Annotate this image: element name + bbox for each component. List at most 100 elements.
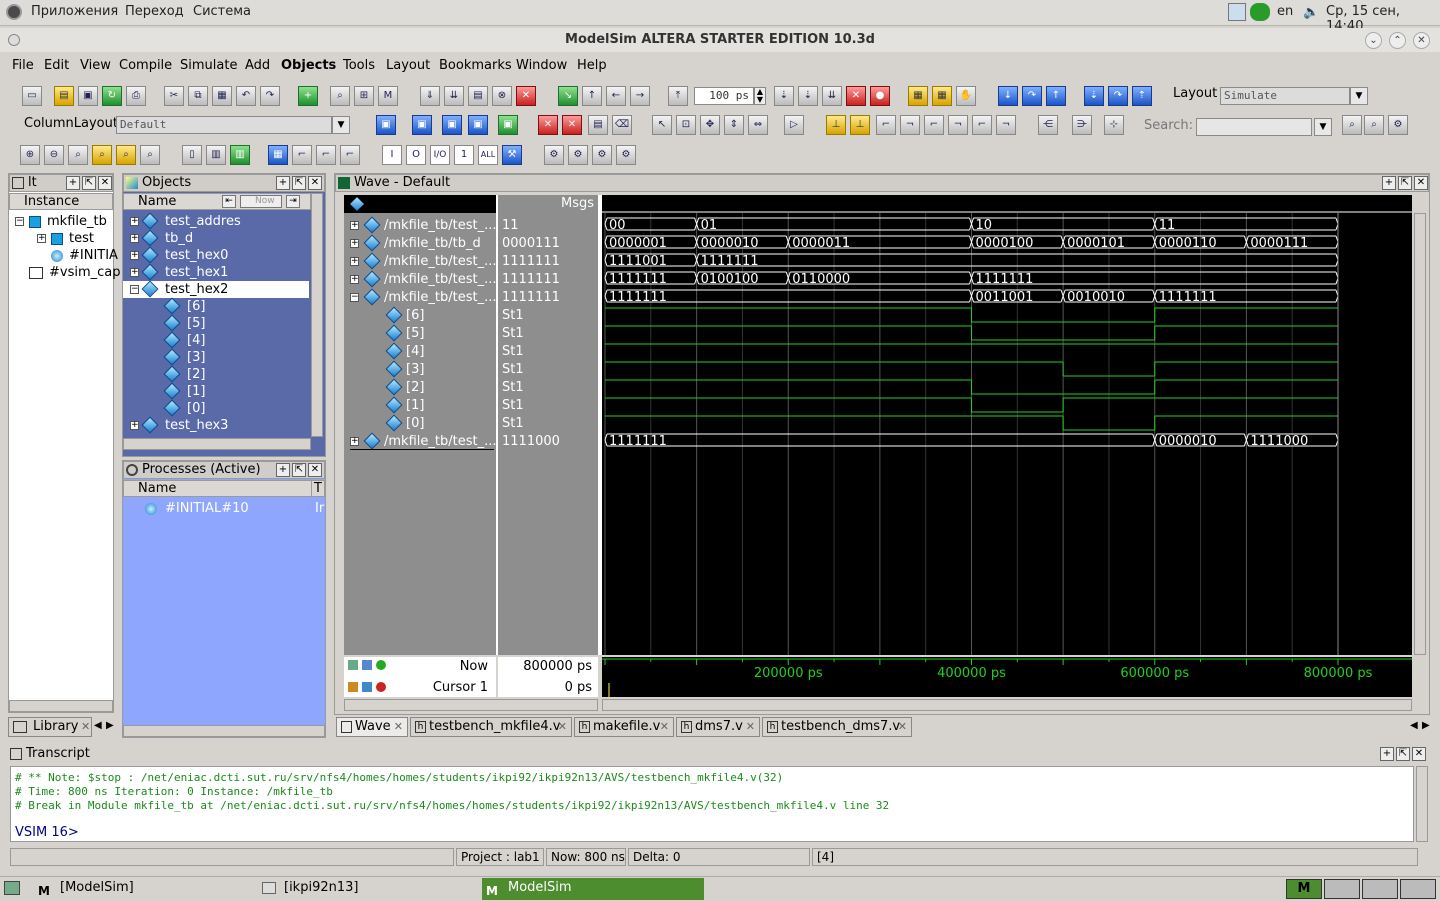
zoom-in-icon[interactable]: ⊕: [20, 145, 40, 165]
process-row[interactable]: #INITIAL#10 Ir: [123, 500, 325, 517]
add-log-icon[interactable]: ▣: [442, 115, 462, 135]
doc-tab-scroll-left-icon[interactable]: ◀: [1410, 720, 1418, 731]
save-icon[interactable]: ▣: [78, 86, 98, 106]
run-length-input[interactable]: 100 ps: [694, 87, 754, 105]
object-row[interactable]: + test_hex3: [123, 416, 309, 434]
instance-column-header[interactable]: Instance: [9, 193, 113, 210]
vsim-prompt[interactable]: VSIM 16>: [15, 825, 79, 840]
add-dataflow-icon[interactable]: ▣: [468, 115, 488, 135]
pane-add-icon[interactable]: +: [1382, 176, 1396, 190]
step-over-icon[interactable]: ↷: [1022, 86, 1042, 106]
object-row[interactable]: [3]: [123, 348, 309, 366]
play-icon[interactable]: ▷: [784, 115, 804, 135]
simulate-icon[interactable]: ▤: [468, 86, 488, 106]
reload-icon[interactable]: ↻: [102, 86, 122, 106]
zoom-cursor-icon[interactable]: ⌕: [92, 145, 112, 165]
wave-list-icon[interactable]: [362, 660, 372, 670]
edit-mode-icon[interactable]: ⇕: [724, 115, 744, 135]
break-run-icon[interactable]: ✕: [846, 86, 866, 106]
signal-step3-icon[interactable]: ⌐: [340, 145, 360, 165]
wave-erase-icon[interactable]: ⌫: [612, 115, 632, 135]
delete-cursor-icon[interactable]: ⊥: [850, 115, 870, 135]
wave-zoom-icon[interactable]: ▤: [588, 115, 608, 135]
pencil-icon[interactable]: [362, 682, 372, 692]
gear4-icon[interactable]: ⚙: [616, 145, 636, 165]
collapse-icon[interactable]: −: [350, 293, 359, 302]
tab-scroll-right-icon[interactable]: ▶: [106, 720, 114, 731]
delete-wave-icon[interactable]: ✕: [538, 115, 558, 135]
modelsim-icon[interactable]: M: [378, 86, 398, 106]
zoom-last-icon[interactable]: ⌕: [140, 145, 160, 165]
pane-undock-icon[interactable]: ⇱: [1398, 176, 1412, 190]
doc-tab[interactable]: h dms7.v ✕: [676, 717, 760, 737]
expand-icon[interactable]: +: [350, 221, 359, 230]
tab-close-icon[interactable]: ✕: [558, 718, 567, 736]
stop-icon[interactable]: ●: [870, 86, 890, 106]
filter-internal-button[interactable]: 1: [454, 145, 474, 165]
expand-icon[interactable]: +: [37, 234, 46, 243]
tab-close-icon[interactable]: ✕: [394, 718, 403, 736]
wave-names-hscroll[interactable]: [344, 699, 598, 711]
search-dropdown-icon[interactable]: ▼: [1314, 118, 1332, 136]
zoom-out-icon[interactable]: ⊖: [44, 145, 64, 165]
pane-close-icon[interactable]: ✕: [308, 176, 322, 190]
doc-tab-scroll-right-icon[interactable]: ▶: [1422, 720, 1430, 731]
pane-undock-icon[interactable]: ⇱: [292, 463, 306, 477]
pane-undock-icon[interactable]: ⇱: [82, 176, 96, 190]
task-modelsim-active[interactable]: M ModelSim: [482, 878, 704, 900]
restart-icon[interactable]: ⤒: [668, 86, 688, 106]
wave-canvas[interactable]: 00 01 10 11 0000001 0000010 0000011 0000100 0000…: [602, 195, 1412, 655]
pan-mode-icon[interactable]: ✥: [700, 115, 720, 135]
select-mode-icon[interactable]: ↖: [652, 115, 672, 135]
doc-tab[interactable]: h makefile.v ✕: [574, 717, 674, 737]
new-file-icon[interactable]: ▭: [22, 86, 42, 106]
task-modelsim-min[interactable]: M [ModelSim]: [34, 878, 254, 900]
hierarchy-icon[interactable]: ⊞: [354, 86, 374, 106]
object-row[interactable]: + test_hex1: [123, 263, 309, 281]
zoom-region-icon[interactable]: ⌕: [116, 145, 136, 165]
stretch-mode-icon[interactable]: ⇔: [748, 115, 768, 135]
signal-step2-icon[interactable]: ⌐: [316, 145, 336, 165]
doc-tab[interactable]: h testbench_dms7.v ✕: [762, 717, 912, 737]
lock-icon[interactable]: [348, 682, 358, 692]
object-row[interactable]: + test_hex0: [123, 246, 309, 264]
object-row[interactable]: + test_addres: [123, 212, 309, 230]
wave-signal-row[interactable]: [5]: [344, 324, 496, 342]
show-desktop-icon[interactable]: [4, 881, 20, 895]
keyboard-layout[interactable]: en: [1277, 4, 1293, 19]
wave-signal-row[interactable]: [1]: [344, 396, 496, 414]
edge-next-icon[interactable]: ¬: [900, 115, 920, 135]
end-sim-icon[interactable]: ✕: [516, 86, 536, 106]
object-row[interactable]: − test_hex2: [123, 280, 309, 298]
tab-close-icon[interactable]: ✕: [746, 718, 755, 736]
pane-close-icon[interactable]: ✕: [308, 463, 322, 477]
add-watch-icon[interactable]: ▣: [498, 115, 518, 135]
wave-signal-row[interactable]: [6]: [344, 306, 496, 324]
tab-close-icon[interactable]: ✕: [81, 718, 90, 736]
wave-signal-row[interactable]: + /mkfile_tb/test_...: [344, 432, 496, 450]
column-3-icon[interactable]: ▥: [230, 145, 250, 165]
screen-icon[interactable]: [1228, 3, 1246, 21]
compile-icon[interactable]: ⇓: [420, 86, 440, 106]
tab-scroll-left-icon[interactable]: ◀: [94, 720, 102, 731]
wave-format-icon[interactable]: ▦: [268, 145, 288, 165]
collapse-icon[interactable]: ⋺: [1072, 115, 1092, 135]
continue-run-icon[interactable]: ⇣: [798, 86, 818, 106]
layout-select[interactable]: Simulate: [1220, 87, 1350, 105]
instance-hscroll[interactable]: [9, 700, 113, 712]
expand-icon[interactable]: +: [350, 437, 359, 446]
menu-layout[interactable]: Layout: [386, 58, 430, 73]
expand-icon[interactable]: +: [350, 275, 359, 284]
add-list-icon[interactable]: ▣: [412, 115, 432, 135]
object-row[interactable]: [5]: [123, 314, 309, 332]
pane-undock-icon[interactable]: ⇱: [292, 176, 306, 190]
now-filter-button[interactable]: Now: [240, 195, 282, 208]
pane-close-icon[interactable]: ✕: [1412, 747, 1426, 761]
apps-menu[interactable]: Приложения: [31, 4, 118, 19]
add-wave-icon[interactable]: ▣: [376, 115, 396, 135]
prev-icon[interactable]: ⇤: [222, 195, 236, 208]
processes-hscroll[interactable]: [123, 725, 325, 737]
menu-help[interactable]: Help: [577, 58, 607, 73]
collapse-icon[interactable]: −: [130, 285, 139, 294]
workspace-4[interactable]: [1400, 879, 1436, 899]
